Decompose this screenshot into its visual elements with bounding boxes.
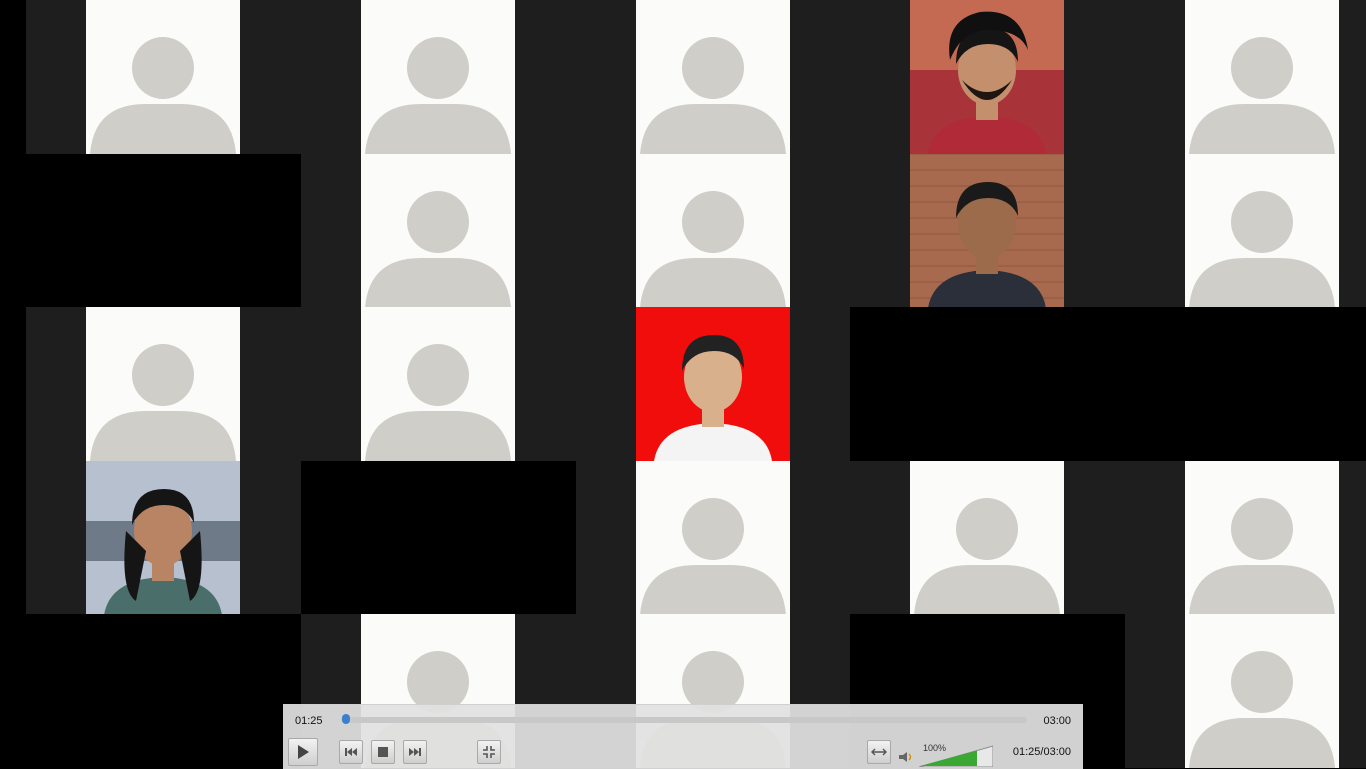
default-avatar-icon [1185, 154, 1339, 308]
default-avatar-icon [636, 0, 790, 154]
time-readout: 01:25/03:00 [1012, 746, 1071, 758]
skip-forward-icon [409, 748, 421, 756]
default-avatar-icon [86, 0, 240, 154]
participant-tile [850, 461, 1125, 615]
participant-tile [1125, 614, 1366, 768]
participant-video [636, 307, 790, 461]
participant-avatar [361, 0, 515, 154]
stop-icon [378, 747, 388, 757]
default-avatar-icon [361, 154, 515, 308]
stop-button[interactable] [371, 740, 395, 764]
participant-avatar [636, 0, 790, 154]
default-avatar-icon [361, 307, 515, 461]
default-avatar-icon [1185, 0, 1339, 154]
fullscreen-button[interactable] [477, 740, 501, 764]
default-avatar-icon [86, 307, 240, 461]
total-time: 03:00 [1043, 715, 1071, 727]
participant-avatar [1185, 461, 1339, 615]
participant-avatar [636, 154, 790, 308]
volume-percent: 100% [923, 743, 947, 753]
participant-avatar [1185, 0, 1339, 154]
next-button[interactable] [403, 740, 427, 764]
participant-tile [1125, 0, 1366, 154]
participant-avatar [86, 307, 240, 461]
participant-avatar [361, 154, 515, 308]
participant-avatar [86, 0, 240, 154]
default-avatar-icon [1185, 461, 1339, 615]
participant-tile [576, 307, 851, 461]
participant-video [910, 154, 1064, 308]
participant-tile [1125, 154, 1366, 308]
participant-tile [850, 0, 1125, 154]
previous-button[interactable] [339, 740, 363, 764]
participant-tile [301, 0, 576, 154]
default-avatar-icon [910, 461, 1064, 615]
participant-avatar [1185, 614, 1339, 768]
empty-video-tile [301, 461, 576, 615]
participant-camera [910, 0, 1064, 154]
default-avatar-icon [636, 154, 790, 308]
aspect-ratio-icon [871, 748, 887, 756]
aspect-ratio-button[interactable] [867, 740, 891, 764]
participant-video [86, 461, 240, 615]
media-controls: 01:25 03:00 100% 01:25/03:00 [283, 704, 1083, 769]
participant-avatar [361, 307, 515, 461]
empty-video-tile [26, 614, 301, 768]
participant-tile [26, 0, 301, 154]
participant-tile [576, 0, 851, 154]
participant-camera [86, 461, 240, 615]
participant-tile [301, 154, 576, 308]
skip-back-icon [345, 748, 357, 756]
fullscreen-exit-icon [483, 746, 495, 758]
default-avatar-icon [1185, 614, 1339, 768]
default-avatar-icon [361, 0, 515, 154]
empty-video-tile [26, 154, 301, 308]
participant-tile [576, 154, 851, 308]
empty-video-tile [1125, 307, 1366, 461]
seek-bar[interactable] [341, 717, 1027, 723]
play-button[interactable] [288, 738, 318, 766]
default-avatar-icon [636, 461, 790, 615]
empty-video-tile [850, 307, 1125, 461]
participant-avatar [1185, 154, 1339, 308]
play-icon [298, 745, 309, 759]
participant-tile [26, 461, 301, 615]
video-grid [0, 0, 1366, 768]
participant-avatar [636, 461, 790, 615]
participant-camera [910, 154, 1064, 308]
participant-video [910, 0, 1064, 154]
participant-tile [1125, 461, 1366, 615]
participant-tile [850, 154, 1125, 308]
participant-tile [26, 307, 301, 461]
participant-camera [636, 307, 790, 461]
participant-tile [576, 461, 851, 615]
participant-avatar [910, 461, 1064, 615]
current-time: 01:25 [295, 715, 323, 727]
participant-tile [301, 307, 576, 461]
speaker-icon[interactable] [898, 751, 914, 763]
